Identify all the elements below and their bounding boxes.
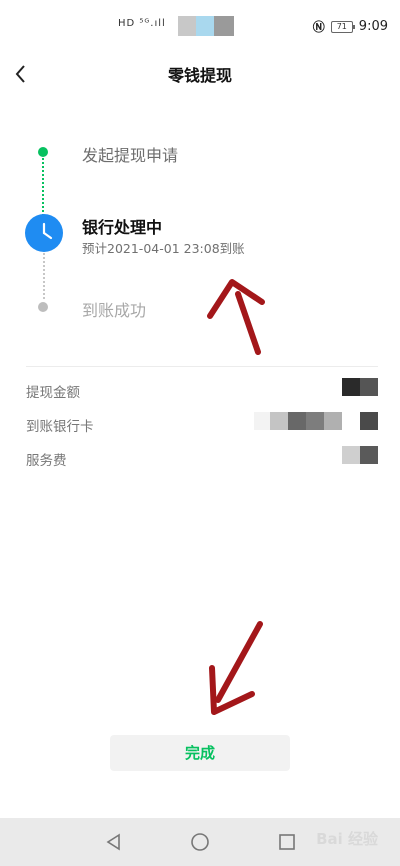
withdraw-progress: 发起提现申请 银行处理中 预计2021-04-01 23:08到账 到账成功	[0, 120, 400, 340]
obscured-value	[360, 412, 378, 430]
network-indicator: HD ⁵ᴳ.ıll	[118, 18, 166, 29]
detail-row-fee: 服务费	[26, 446, 378, 470]
obscured-value	[360, 446, 378, 464]
obscured-value	[342, 378, 360, 396]
done-button[interactable]: 完成	[110, 735, 290, 771]
detail-row-bank-card: 到账银行卡	[26, 412, 378, 436]
progress-line-done	[42, 158, 44, 216]
nfc-icon: Ⓝ	[312, 20, 325, 34]
status-right: Ⓝ 71 9:09	[313, 18, 388, 35]
obscured-value	[288, 412, 306, 430]
status-bar: HD ⁵ᴳ.ıll Ⓝ 71 9:09	[0, 0, 400, 52]
step-submitted-label: 发起提现申请	[82, 146, 179, 165]
triangle-back-icon	[106, 833, 120, 851]
system-nav-bar: Bai 经验	[0, 818, 400, 866]
amount-label: 提现金额	[26, 385, 80, 401]
page-title: 零钱提现	[167, 66, 232, 85]
obscured-status-block	[196, 16, 214, 36]
obscured-value	[342, 446, 360, 464]
progress-line-pending	[43, 253, 45, 299]
obscured-status-block	[214, 16, 234, 36]
detail-row-amount: 提现金额	[26, 378, 378, 402]
obscured-status-block	[178, 16, 196, 36]
obscured-value	[270, 412, 288, 430]
step-arrived-label: 到账成功	[82, 301, 147, 320]
clock-time: 9:09	[358, 19, 388, 34]
step-processing-eta: 预计2021-04-01 23:08到账	[82, 241, 245, 256]
circle-home-icon	[191, 833, 209, 851]
watermark: Bai 经验	[316, 830, 378, 848]
divider	[26, 366, 378, 367]
withdraw-page: HD ⁵ᴳ.ıll Ⓝ 71 9:09 零钱提现 发起提现申请 银行处理中 预计…	[0, 0, 400, 866]
bank-card-label: 到账银行卡	[26, 419, 94, 435]
nav-back-button[interactable]	[104, 832, 124, 856]
square-recent-icon	[279, 834, 295, 850]
obscured-value	[254, 412, 270, 430]
step-processing-label: 银行处理中	[82, 218, 163, 237]
obscured-value	[360, 378, 378, 396]
step-pending-dot	[38, 302, 48, 312]
nav-home-button[interactable]	[190, 832, 210, 856]
title-bar: 零钱提现	[0, 52, 400, 96]
battery-icon: 71	[330, 20, 355, 33]
obscured-value	[324, 412, 342, 430]
nav-recent-button[interactable]	[278, 833, 296, 855]
step-done-dot	[38, 147, 48, 157]
annotation-arrow-down	[209, 621, 263, 715]
clock-icon	[25, 214, 63, 252]
obscured-value	[306, 412, 324, 430]
fee-label: 服务费	[26, 453, 67, 469]
